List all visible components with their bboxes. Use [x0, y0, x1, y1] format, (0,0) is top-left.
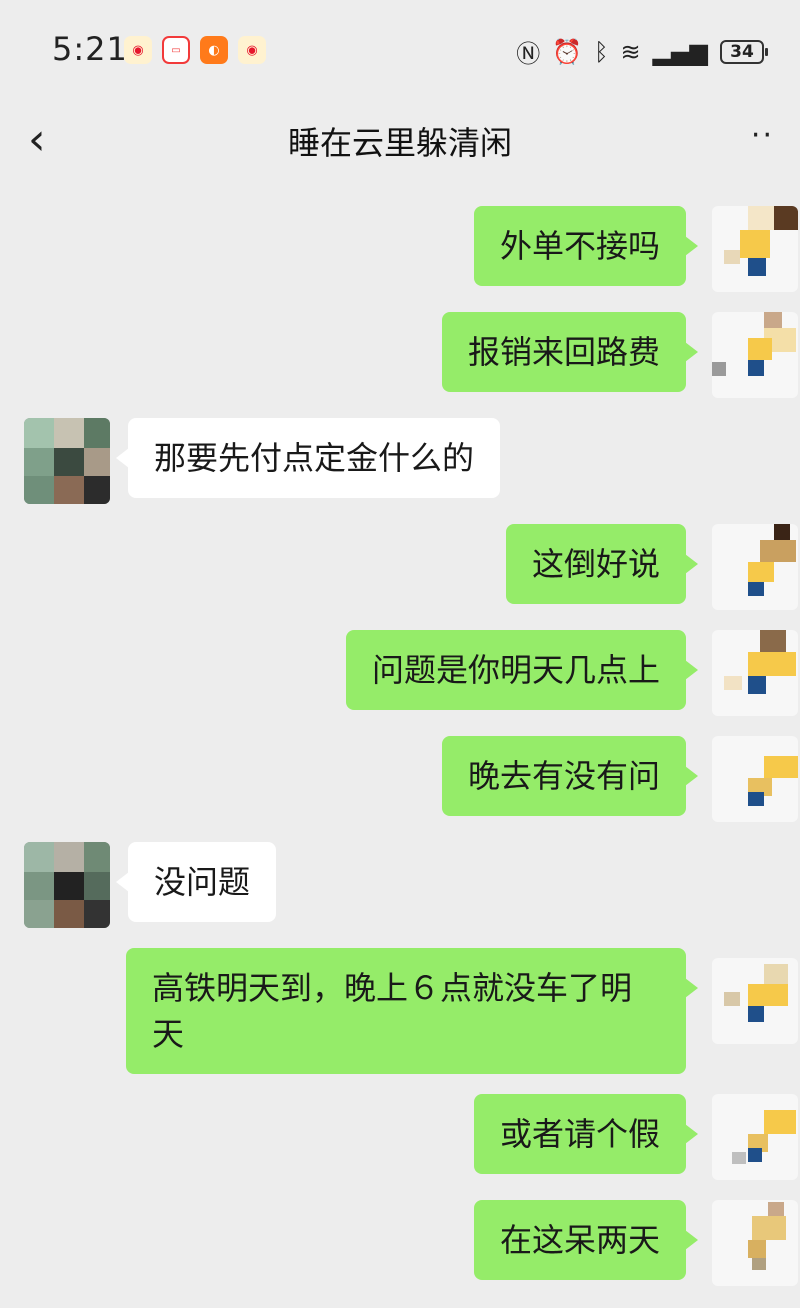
contact-avatar[interactable] — [24, 418, 110, 504]
notification-icons: ◉ ▭ ◐ ◉ — [124, 36, 266, 64]
my-avatar[interactable] — [712, 630, 798, 716]
signal-icon: ▂▄▆ — [652, 37, 708, 66]
more-dots-icon[interactable]: ·· — [751, 118, 774, 153]
message-bubble[interactable]: 那要先付点定金什么的 — [115, 418, 501, 498]
weibo-icon: ◉ — [124, 36, 152, 64]
message-bubble[interactable]: 在这呆两天 — [473, 1200, 699, 1280]
alarm-icon: ⏰ — [552, 37, 583, 66]
my-avatar[interactable] — [712, 1094, 798, 1180]
message-bubble[interactable]: 问题是你明天几点上 — [345, 630, 699, 710]
nfc-icon: Ⓝ — [516, 40, 541, 68]
my-avatar[interactable] — [712, 206, 798, 292]
message-bubble[interactable]: 外单不接吗 — [473, 206, 699, 286]
wifi-icon: ≋ — [620, 37, 641, 66]
system-icons: Ⓝ ⏰ ᛒ ≋ ▂▄▆ 34 — [516, 34, 768, 69]
my-avatar[interactable] — [712, 736, 798, 822]
my-avatar[interactable] — [712, 524, 798, 610]
orange-app-icon: ◐ — [200, 36, 228, 64]
message-bubble[interactable]: 没问题 — [115, 842, 277, 922]
tv-app-icon: ▭ — [162, 36, 190, 64]
chat-header: ‹ 睡在云里躲清闲 ·· — [0, 100, 800, 186]
my-avatar[interactable] — [712, 958, 798, 1044]
message-bubble[interactable]: 或者请个假 — [473, 1094, 699, 1174]
message-bubble[interactable]: 高铁明天到，晚上６点就没车了明天 — [126, 948, 698, 1074]
status-time: 5:21 — [52, 30, 128, 68]
weibo-icon: ◉ — [238, 36, 266, 64]
contact-avatar[interactable] — [24, 842, 110, 928]
battery-icon: 34 — [720, 39, 768, 64]
battery-level: 34 — [730, 41, 754, 62]
my-avatar[interactable] — [712, 312, 798, 398]
message-bubble[interactable]: 晚去有没有问 — [441, 736, 699, 816]
bluetooth-icon: ᛒ — [594, 37, 609, 66]
my-avatar[interactable] — [712, 1200, 798, 1286]
status-bar: 5:21 ◉ ▭ ◐ ◉ Ⓝ ⏰ ᛒ ≋ ▂▄▆ 34 — [0, 0, 800, 100]
message-bubble[interactable]: 这倒好说 — [505, 524, 699, 604]
message-bubble[interactable]: 报销来回路费 — [441, 312, 699, 392]
chat-title: 睡在云里躲清闲 — [287, 124, 512, 162]
